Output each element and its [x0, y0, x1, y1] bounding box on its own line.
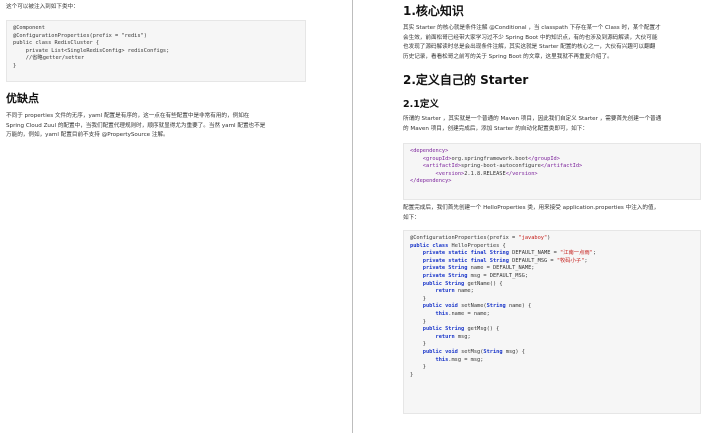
code-line: <groupId>org.springframework.boot</group…	[422, 155, 560, 162]
code-line: //省略getter/setter	[13, 55, 85, 62]
section-heading-pros-cons: 优缺点	[6, 92, 39, 105]
code-line: private String name = DEFAULT_NAME;	[422, 265, 535, 272]
paragraph-line: 的 Maven 项目，创建完成后，添加 Starter 的自动化配置类即可，如下…	[403, 125, 588, 132]
heading-core-knowledge: 1.核心知识	[403, 4, 464, 18]
code-line: public void setMsg(String msg) {	[422, 348, 525, 355]
code-line: @ConfigurationProperties(prefix = "redis…	[13, 32, 147, 39]
intro-text: 这个可以被注入到如下类中：	[6, 4, 79, 10]
code-line: return msg;	[435, 333, 471, 340]
code-line: public class RedisCluster {	[13, 40, 100, 47]
code-line: private static final String DEFAULT_MSG …	[422, 257, 588, 264]
code-line: }	[422, 295, 426, 302]
code-block-dependency: <dependency> <groupId>org.springframewor…	[403, 143, 701, 200]
after-paragraph: 配置完成后，我们首先创建一个 HelloProperties 类，用来接受 ap…	[403, 204, 703, 223]
core-paragraph: 其实 Starter 的核心就是条件注解 @Conditional ，当 cla…	[403, 24, 703, 62]
paragraph-line: 所谓的 Starter ，其实就是一个普通的 Maven 项目，因此我们自定义 …	[403, 116, 662, 122]
heading-define-starter: 2.定义自己的 Starter	[403, 73, 529, 87]
paragraph-line: 如下：	[403, 214, 420, 221]
code-line: public String getMsg() {	[422, 326, 500, 333]
code-block-redis: @Component @ConfigurationProperties(pref…	[6, 20, 306, 82]
pros-cons-paragraph: 不同于 properties 文件的无序，yaml 配置是有序的，这一点在有些配…	[6, 112, 310, 141]
define-paragraph: 所谓的 Starter ，其实就是一个普通的 Maven 项目，因此我们自定义 …	[403, 115, 703, 134]
code-line: @Component	[13, 25, 45, 31]
code-line: </dependency>	[410, 178, 452, 185]
code-line: }	[422, 364, 426, 371]
page-divider	[352, 0, 353, 433]
paragraph-line: 也发现了源码解读时总是会出现条件注解，其实这就是 Starter 配置的核心之一…	[403, 44, 656, 50]
code-line: return name;	[435, 288, 474, 295]
left-page: 这个可以被注入到如下类中： @Component @ConfigurationP…	[6, 0, 310, 433]
code-line: private String msg = DEFAULT_MSG;	[422, 272, 529, 279]
paragraph-line: 万能的，例如，yaml 配置目前不支持 @PropertySource 注解。	[6, 132, 169, 138]
heading-define: 2.1定义	[403, 99, 439, 110]
code-block-hello-properties: @ConfigurationProperties(prefix = "javab…	[403, 230, 701, 414]
code-line: @ConfigurationProperties(prefix = "javab…	[410, 235, 551, 241]
code-line: private static final String DEFAULT_NAME…	[422, 250, 597, 257]
code-line: public String getName() {	[422, 280, 503, 287]
code-line: <artifactId>spring-boot-autoconfigure</a…	[422, 163, 583, 170]
paragraph-line: 配置完成后，我们首先创建一个 HelloProperties 类，用来接受 ap…	[403, 205, 660, 211]
paragraph-line: 历史记录，看看松哥之前写的关于 Spring Boot 的文章，这里我就不再重复…	[403, 53, 613, 60]
paragraph-line: Spring Cloud Zuul 的配置中，当我们配置代理规则时，顺序就显得尤…	[6, 122, 266, 129]
code-line: }	[422, 318, 426, 325]
right-page: 1.核心知识 其实 Starter 的核心就是条件注解 @Conditional…	[403, 0, 703, 433]
paragraph-line: 不同于 properties 文件的无序，yaml 配置是有序的，这一点在有些配…	[6, 113, 250, 119]
paragraph-line: 会生效，前面松哥已经带大家学习过不少 Spring Boot 中的知识点，有的也…	[403, 34, 658, 41]
code-line: this.msg = msg;	[435, 356, 484, 363]
code-line: <dependency>	[410, 148, 449, 154]
code-line: }	[13, 62, 17, 69]
code-line: }	[422, 341, 426, 348]
code-line: this.name = name;	[435, 310, 490, 317]
code-line: <version>2.1.8.RELEASE</version>	[435, 170, 538, 177]
paragraph-line: 其实 Starter 的核心就是条件注解 @Conditional ，当 cla…	[403, 25, 661, 31]
code-line: }	[410, 371, 414, 378]
code-line: public void setName(String name) {	[422, 303, 532, 310]
